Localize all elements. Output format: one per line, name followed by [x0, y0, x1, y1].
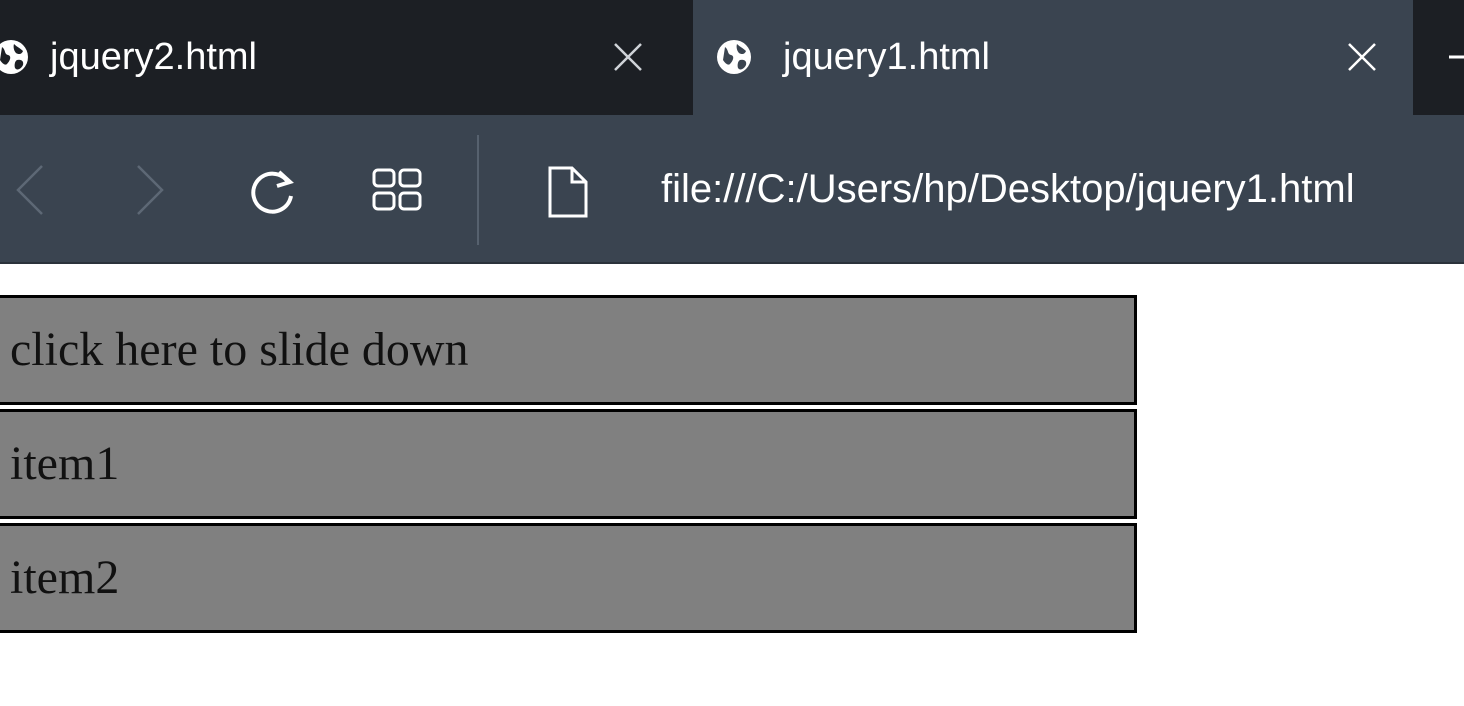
tab-jquery2[interactable]: jquery2.html — [0, 0, 693, 115]
tab-title: jquery2.html — [50, 36, 257, 78]
globe-icon — [717, 40, 751, 74]
panel-item-2: item2 — [0, 523, 1137, 633]
globe-icon — [0, 40, 28, 74]
tab-strip: jquery2.html jquery1.html — [0, 0, 1464, 115]
flip-button[interactable]: click here to slide down — [0, 295, 1137, 405]
toolbar-divider — [477, 135, 479, 245]
address-bar[interactable]: file:///C:/Users/hp/Desktop/jquery1.html — [661, 150, 1464, 230]
chevron-left-icon[interactable] — [8, 160, 48, 220]
panel-item-1: item1 — [0, 409, 1137, 519]
tab-title: jquery1.html — [783, 36, 990, 78]
address-text: file:///C:/Users/hp/Desktop/jquery1.html — [661, 167, 1355, 211]
document-icon — [548, 166, 588, 218]
close-icon[interactable] — [611, 40, 645, 74]
page-content: click here to slide down item1 item2 — [0, 264, 1464, 706]
tab-jquery1[interactable]: jquery1.html — [693, 0, 1413, 115]
refresh-icon[interactable] — [246, 166, 298, 218]
new-tab-icon[interactable] — [1413, 0, 1464, 115]
chevron-right-icon[interactable] — [130, 160, 170, 220]
grid-icon[interactable] — [370, 166, 424, 214]
close-icon[interactable] — [1345, 40, 1379, 74]
